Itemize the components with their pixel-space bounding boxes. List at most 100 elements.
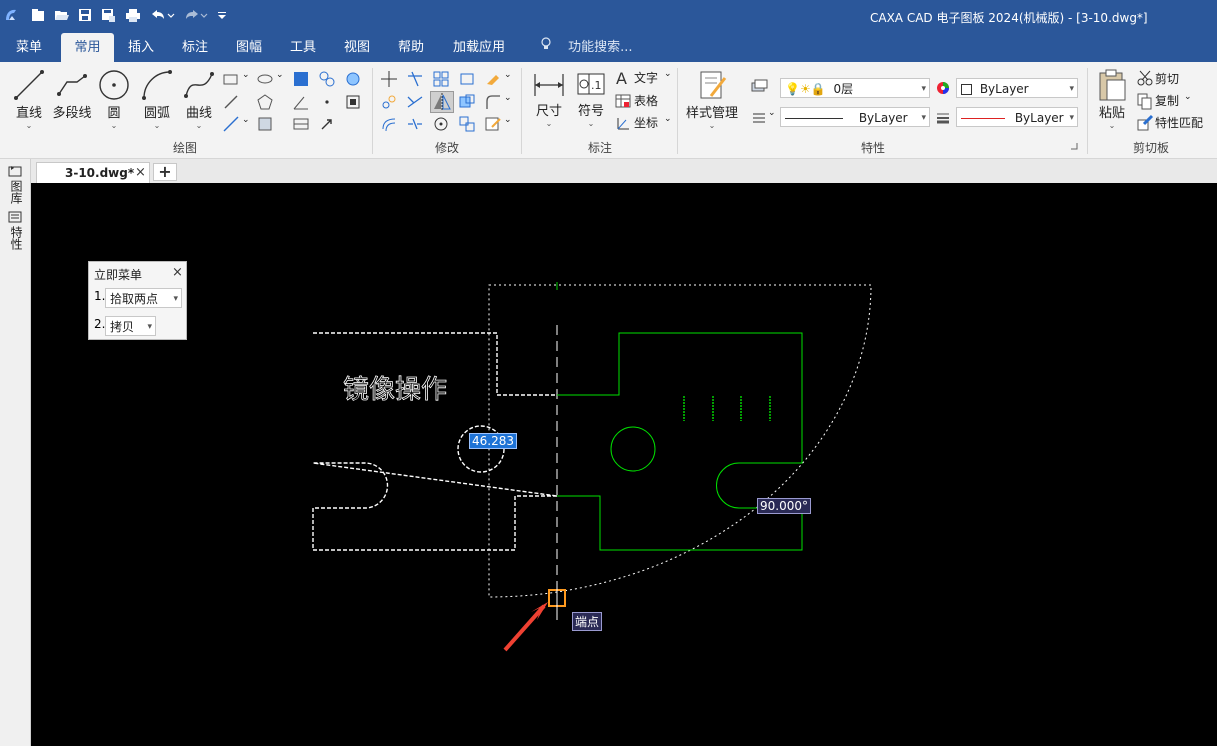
- text-label[interactable]: 文字: [634, 69, 658, 86]
- properties-launcher-icon[interactable]: [1070, 142, 1078, 150]
- coordinate-icon[interactable]: [614, 114, 632, 132]
- tab-view[interactable]: 视图: [333, 33, 381, 62]
- lineweight-preview: [961, 118, 1005, 119]
- paste-button[interactable]: 粘贴 ⌄: [1094, 68, 1130, 130]
- block-icon[interactable]: [318, 70, 336, 88]
- polyline-button[interactable]: 多段线: [50, 68, 94, 121]
- trim-icon[interactable]: [406, 70, 424, 88]
- angle-dimension-tag[interactable]: 90.000°: [757, 498, 811, 514]
- curve-button[interactable]: 曲线 ⌄: [180, 68, 218, 130]
- tab-menu[interactable]: 菜单: [5, 33, 53, 62]
- tab-insert[interactable]: 插入: [117, 33, 165, 62]
- table-label[interactable]: 表格: [634, 92, 658, 109]
- lineweight-select[interactable]: ByLayer ▾: [956, 107, 1078, 127]
- copy-move-icon[interactable]: [380, 93, 398, 111]
- copy-icon[interactable]: [1136, 92, 1154, 110]
- drawing-canvas[interactable]: 镜像操作 46.283 90.000° 端点: [31, 183, 1217, 746]
- open-file-icon[interactable]: [53, 6, 69, 24]
- hatch-icon[interactable]: [292, 70, 310, 88]
- layer-select[interactable]: 💡☀🔒 0层 ▾: [780, 78, 930, 98]
- centerline-icon[interactable]: [222, 93, 240, 111]
- offset-icon[interactable]: [380, 115, 398, 133]
- text-dropdown-icon[interactable]: ⌄: [664, 69, 672, 79]
- more-modify-dropdown-icon[interactable]: ⌄: [504, 115, 512, 125]
- copy-dropdown-icon[interactable]: ⌄: [1184, 92, 1192, 102]
- immediate-menu-close-icon[interactable]: ×: [172, 265, 183, 280]
- arc-button[interactable]: 圆弧 ⌄: [138, 68, 176, 130]
- text-icon[interactable]: A: [614, 69, 632, 87]
- side-tab-library[interactable]: 图库: [8, 165, 24, 204]
- copy-label[interactable]: 复制: [1155, 92, 1179, 109]
- tab-help[interactable]: 帮助: [387, 33, 435, 62]
- tab-common[interactable]: 常用: [61, 33, 114, 62]
- match-properties-label[interactable]: 特性匹配: [1155, 114, 1203, 131]
- move-icon[interactable]: [380, 70, 398, 88]
- pick-mode-select[interactable]: 拾取两点 ▾: [105, 288, 182, 308]
- document-tab-close-icon[interactable]: ×: [135, 165, 146, 180]
- ellipse-icon[interactable]: [256, 70, 274, 88]
- coordinate-label[interactable]: 坐标: [634, 114, 658, 131]
- save-as-icon[interactable]: [100, 6, 116, 24]
- wipeout-icon[interactable]: [344, 70, 362, 88]
- rectangle-icon[interactable]: [222, 70, 240, 88]
- cut-label[interactable]: 剪切: [1155, 70, 1179, 87]
- layer-manager-icon[interactable]: [750, 77, 768, 95]
- linetype-dropdown-icon[interactable]: ⌄: [768, 108, 776, 118]
- print-icon[interactable]: [124, 6, 142, 24]
- color-select[interactable]: ByLayer ▾: [956, 78, 1078, 98]
- rotate-icon[interactable]: [432, 115, 450, 133]
- new-tab-button[interactable]: +: [153, 163, 177, 181]
- tab-annotate[interactable]: 标注: [171, 33, 219, 62]
- document-tab[interactable]: 3-10.dwg* ×: [36, 162, 150, 183]
- fillet-dropdown-icon[interactable]: ⌄: [504, 93, 512, 103]
- function-search[interactable]: 功能搜索...: [540, 33, 633, 62]
- redo-icon[interactable]: [182, 6, 210, 24]
- break-icon[interactable]: [406, 115, 424, 133]
- undo-icon[interactable]: [148, 6, 176, 24]
- tab-sheet[interactable]: 图幅: [225, 33, 273, 62]
- coordinate-dropdown-icon[interactable]: ⌄: [664, 114, 672, 124]
- linetype-select[interactable]: ByLayer ▾: [780, 107, 930, 127]
- logo-icon[interactable]: [2, 6, 20, 24]
- customize-icon[interactable]: [216, 6, 228, 24]
- side-tab-properties[interactable]: 特性: [8, 211, 24, 250]
- properties-edit-icon[interactable]: [484, 115, 502, 133]
- region-icon[interactable]: [344, 93, 362, 111]
- scale-icon[interactable]: [458, 70, 476, 88]
- angle-line-icon[interactable]: [292, 93, 310, 111]
- parallel-line-icon[interactable]: [222, 115, 240, 133]
- linetype-manager-icon[interactable]: [750, 108, 768, 126]
- boundary-icon[interactable]: [256, 115, 274, 133]
- eraser-dropdown-icon[interactable]: ⌄: [504, 70, 512, 80]
- save-icon[interactable]: [77, 6, 93, 24]
- explode-icon[interactable]: [458, 115, 476, 133]
- parallel-dropdown-icon[interactable]: ⌄: [242, 115, 250, 125]
- style-manage-button[interactable]: 样式管理 ⌄: [684, 68, 740, 130]
- ellipse-dropdown-icon[interactable]: ⌄: [276, 70, 284, 80]
- polygon-icon[interactable]: [256, 93, 274, 111]
- lineweight-icon[interactable]: [934, 108, 952, 126]
- copy-mode-select[interactable]: 拷贝 ▾: [105, 316, 156, 336]
- stretch-icon[interactable]: [458, 93, 476, 111]
- match-properties-icon[interactable]: [1136, 114, 1154, 132]
- circle-button[interactable]: 圆 ⌄: [96, 68, 132, 130]
- fillet-icon[interactable]: [484, 93, 502, 111]
- rectangle-dropdown-icon[interactable]: ⌄: [242, 70, 250, 80]
- table-icon[interactable]: [614, 92, 632, 110]
- tab-load-apps[interactable]: 加载应用: [443, 33, 515, 62]
- arrow-draw-icon[interactable]: [318, 115, 336, 133]
- point-icon[interactable]: [318, 93, 336, 111]
- new-file-icon[interactable]: [30, 6, 46, 24]
- dimension-button[interactable]: 尺寸 ⌄: [530, 70, 568, 128]
- extend-icon[interactable]: [406, 93, 424, 111]
- scissors-icon[interactable]: [1136, 69, 1154, 87]
- color-wheel-icon[interactable]: [934, 79, 952, 97]
- symbol-button[interactable]: .1 符号 ⌄: [572, 70, 610, 128]
- line-button[interactable]: 直线 ⌄: [10, 68, 48, 130]
- tab-tools[interactable]: 工具: [279, 33, 327, 62]
- table-draw-icon[interactable]: [292, 115, 310, 133]
- eraser-icon[interactable]: [484, 70, 502, 88]
- radius-dimension-tag[interactable]: 46.283: [469, 433, 517, 449]
- array-icon[interactable]: [432, 70, 450, 88]
- mirror-button[interactable]: [430, 91, 454, 113]
